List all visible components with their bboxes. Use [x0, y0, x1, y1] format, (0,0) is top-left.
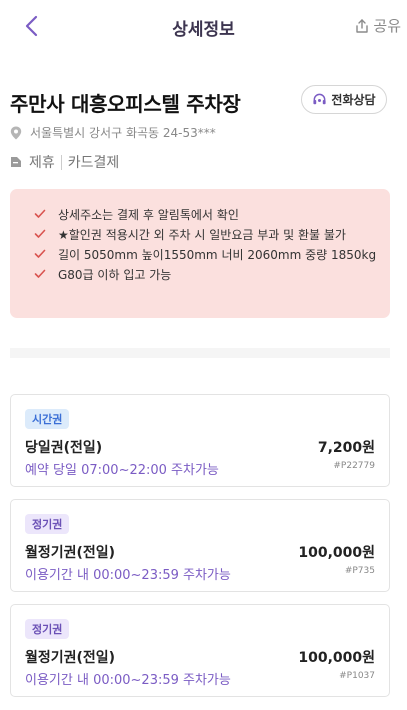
ticket-card-monthly[interactable]: 정기권 월정기권(전일) 100,000원 이용기간 내 00:00~23:59… [10, 604, 390, 697]
feature-tag: 카드결제 [67, 155, 120, 171]
address-row: 서울특별시 강서구 화곡동 24-53*** [10, 124, 216, 141]
feature-divider [60, 154, 62, 170]
check-icon [34, 269, 46, 278]
share-button[interactable]: 공유 [354, 15, 401, 36]
parking-lot-name: 주만사 대흥오피스텔 주차장 [10, 92, 241, 116]
notice-item: 길이 5050mm 높이1550mm 너비 2060mm 중량 1850kg [32, 245, 380, 265]
feature-tag: 제휴 [29, 155, 55, 171]
tag-icon [11, 157, 21, 167]
headset-icon [313, 93, 326, 105]
check-icon [34, 229, 46, 238]
ticket-price: 7,200원 [317, 440, 375, 456]
ticket-price: 100,000원 [298, 545, 375, 561]
ticket-type-badge: 시간권 [25, 409, 70, 429]
location-pin-icon [10, 126, 22, 139]
ticket-type-badge: 정기권 [25, 514, 70, 534]
ticket-name: 당일권(전일) [25, 440, 103, 456]
check-icon [34, 249, 46, 258]
call-consult-label: 전화상담 [331, 93, 376, 107]
address-text: 서울특별시 강서구 화곡동 24-53*** [30, 126, 216, 140]
ticket-code: #P1037 [339, 671, 375, 681]
notice-box: 상세주소는 결제 후 알림톡에서 확인 ★할인권 적용시간 외 주차 시 일반요… [10, 189, 390, 318]
ticket-time: 이용기간 내 00:00~23:59 주차가능 [25, 673, 231, 688]
notice-text: G80급 이하 입고 가능 [58, 268, 172, 282]
share-icon [356, 18, 369, 33]
notice-text: 상세주소는 결제 후 알림톡에서 확인 [58, 208, 239, 222]
notice-text: ★할인권 적용시간 외 주차 시 일반요금 부과 및 환불 불가 [58, 228, 346, 242]
ticket-code: #P735 [344, 566, 375, 576]
ticket-name: 월정기권(전일) [25, 650, 116, 666]
feature-tags: 제휴 카드결제 [10, 152, 119, 172]
page-title: 상세정보 [172, 20, 235, 40]
notice-item: ★할인권 적용시간 외 주차 시 일반요금 부과 및 환불 불가 [32, 225, 380, 245]
ticket-type-badge: 정기권 [25, 619, 70, 639]
section-divider [10, 348, 390, 358]
notice-item: G80급 이하 입고 가능 [32, 265, 380, 285]
ticket-time: 예약 당일 07:00~22:00 주차가능 [25, 463, 219, 478]
notice-text: 길이 5050mm 높이1550mm 너비 2060mm 중량 1850kg [58, 248, 377, 262]
ticket-card-monthly[interactable]: 정기권 월정기권(전일) 100,000원 이용기간 내 00:00~23:59… [10, 499, 390, 592]
ticket-name: 월정기권(전일) [25, 545, 116, 561]
call-consult-button[interactable]: 전화상담 [301, 85, 387, 114]
ticket-code: #P22779 [333, 461, 375, 471]
ticket-time: 이용기간 내 00:00~23:59 주차가능 [25, 568, 231, 583]
ticket-card-hourly[interactable]: 시간권 당일권(전일) 7,200원 예약 당일 07:00~22:00 주차가… [10, 394, 390, 487]
notice-item: 상세주소는 결제 후 알림톡에서 확인 [32, 205, 380, 225]
ticket-price: 100,000원 [298, 650, 375, 666]
check-icon [34, 209, 46, 218]
share-label: 공유 [373, 17, 401, 35]
header: 상세정보 공유 [0, 0, 407, 52]
